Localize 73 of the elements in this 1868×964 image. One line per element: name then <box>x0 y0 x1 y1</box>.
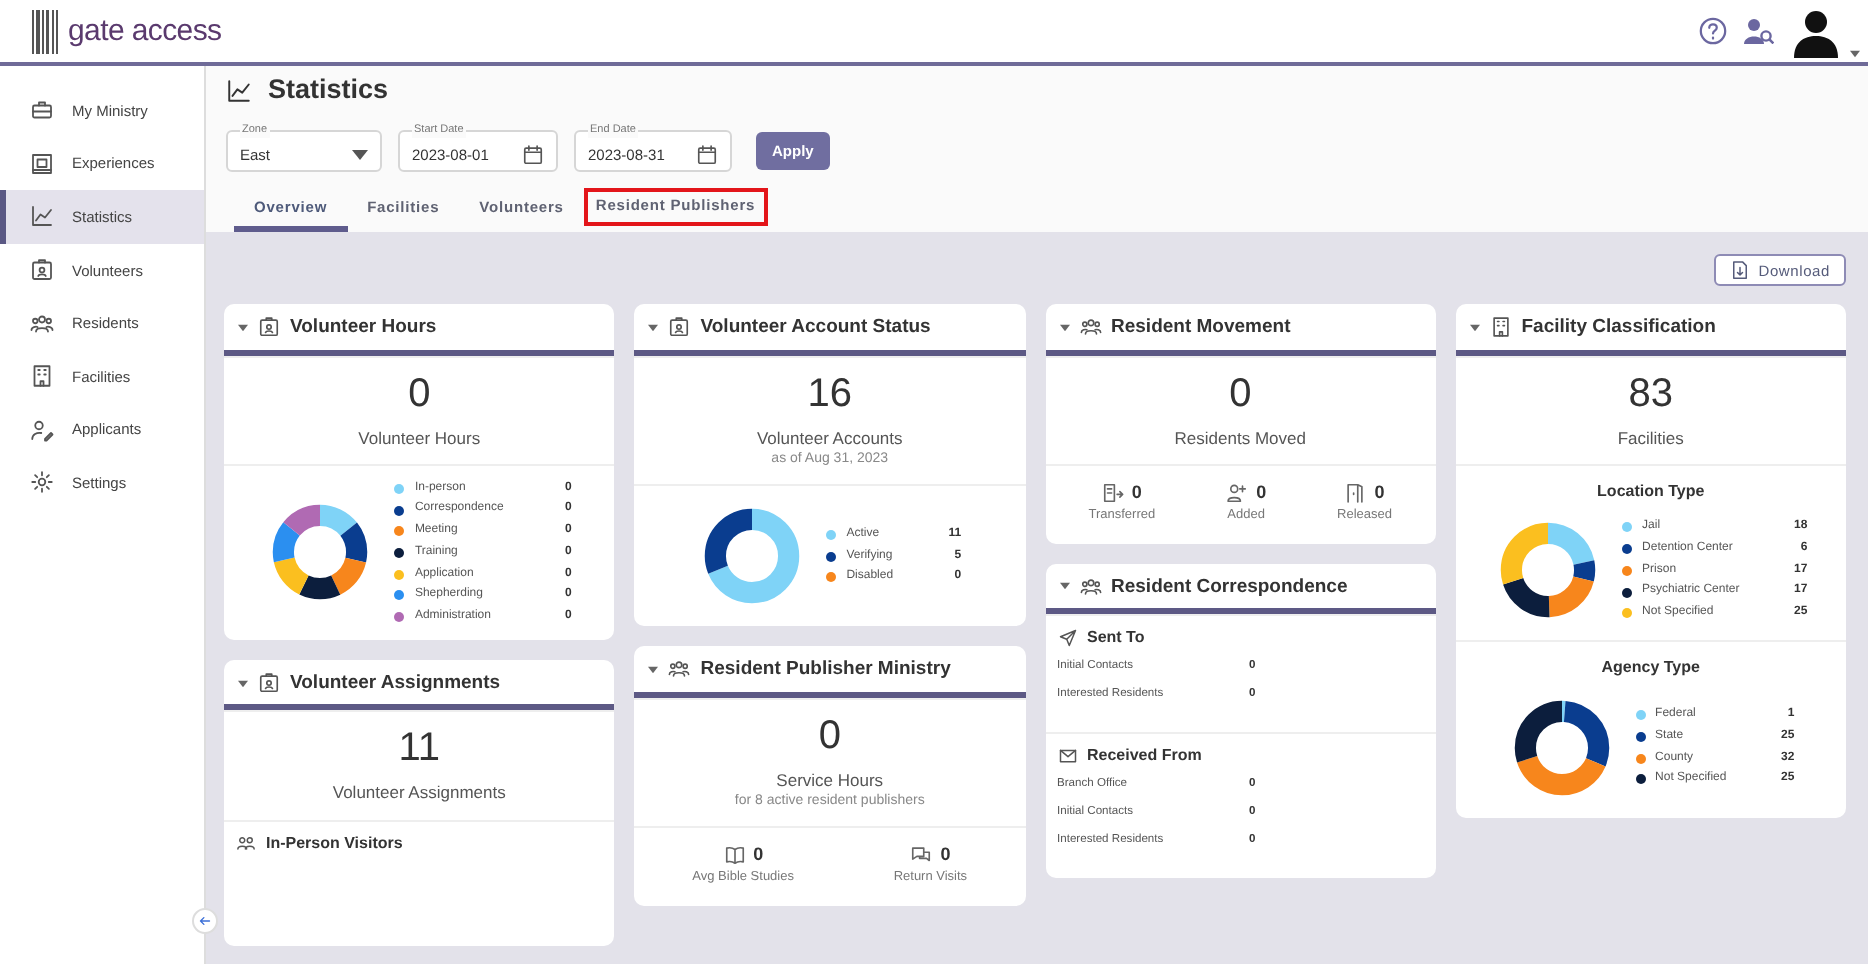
id-badge-icon <box>258 672 280 695</box>
logo-icon <box>32 9 60 53</box>
user-search-icon[interactable] <box>1744 18 1774 44</box>
people-icon <box>236 833 256 854</box>
caret-icon[interactable] <box>1059 582 1069 591</box>
download-icon <box>1730 260 1751 281</box>
caret-icon[interactable] <box>1850 49 1860 57</box>
logo-text: gate access <box>68 13 222 49</box>
caret-icon[interactable] <box>648 665 659 674</box>
card-title: Facility Classification <box>1521 316 1716 340</box>
frame-icon <box>30 151 54 176</box>
card-title: Resident Movement <box>1111 316 1291 340</box>
chart-title: Location Type <box>1595 481 1707 501</box>
line-chart-icon <box>30 204 54 229</box>
card-title: Volunteer Hours <box>290 316 437 340</box>
stat-value: 0 <box>940 844 951 867</box>
card-title: Resident Correspondence <box>1111 575 1348 598</box>
book-icon <box>723 844 746 867</box>
total-number: 0 <box>406 371 433 418</box>
door-icon <box>1344 481 1367 504</box>
send-icon <box>1057 627 1077 648</box>
total-number: 83 <box>1626 371 1675 418</box>
stat-value: 0 <box>1374 481 1385 504</box>
stat-value: 0 <box>1131 481 1142 504</box>
caret-icon[interactable] <box>648 323 659 332</box>
section-title: Received From <box>1087 746 1202 766</box>
building-icon <box>30 364 54 389</box>
chat-icon <box>910 844 933 867</box>
people-icon <box>30 311 54 336</box>
building-arrow-icon <box>1101 481 1124 504</box>
section-title: Sent To <box>1087 628 1145 648</box>
card-title: Volunteer Account Status <box>700 316 931 340</box>
total-number: 0 <box>1227 371 1254 418</box>
people-icon <box>1079 575 1101 598</box>
collapse-button[interactable] <box>192 908 218 934</box>
calendar-icon <box>696 143 718 166</box>
line-chart-icon <box>226 77 252 104</box>
chart-title: Agency Type <box>1599 658 1702 678</box>
total-number: 0 <box>816 713 843 760</box>
page-title: Statistics <box>268 74 389 107</box>
briefcase-icon <box>30 98 54 123</box>
help-icon[interactable] <box>1698 16 1728 46</box>
total-caption: Residents Moved <box>1172 427 1308 448</box>
mail-icon <box>1057 745 1077 766</box>
building-icon <box>1489 316 1512 339</box>
add-person-icon <box>1226 481 1249 504</box>
id-badge-icon <box>668 316 691 339</box>
person-pen-icon <box>30 417 54 442</box>
card-title: Resident Publisher Ministry <box>700 658 951 682</box>
id-badge-icon <box>30 258 54 283</box>
total-caption: Volunteer Assignments <box>330 782 508 804</box>
avatar[interactable] <box>1790 5 1842 57</box>
section-title: In-Person Visitors <box>266 833 403 853</box>
caret-icon[interactable] <box>1469 323 1480 332</box>
total-caption: Facilities <box>1615 427 1686 448</box>
total-caption: Service Hours <box>774 769 886 790</box>
stat-value: 0 <box>753 844 764 867</box>
caret-icon[interactable] <box>238 323 248 332</box>
caret-icon[interactable] <box>238 679 248 688</box>
people-icon <box>1079 316 1101 339</box>
total-number: 11 <box>396 726 442 773</box>
people-icon <box>668 658 691 681</box>
total-number: 16 <box>805 371 854 418</box>
arrow-left-icon <box>196 912 214 930</box>
caret-icon <box>352 149 368 160</box>
stat-value: 0 <box>1256 481 1267 504</box>
caret-icon[interactable] <box>1059 323 1069 332</box>
card-title: Volunteer Assignments <box>290 672 501 695</box>
total-caption: Volunteer Hours <box>356 427 483 448</box>
total-caption: Volunteer Accounts <box>754 427 905 448</box>
id-badge-icon <box>258 316 280 339</box>
calendar-icon <box>522 143 544 166</box>
settings-icon <box>30 470 54 495</box>
